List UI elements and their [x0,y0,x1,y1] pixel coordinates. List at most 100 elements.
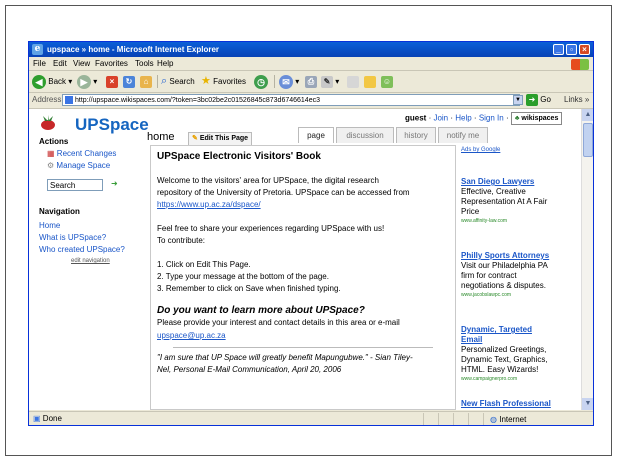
close-button[interactable]: × [579,44,590,55]
address-input[interactable]: http://upspace.wikispaces.com/?token=3bc… [62,94,520,106]
page-name: home [147,131,175,143]
back-arrow-icon: ◀ [32,74,46,89]
contact-line: Please provide your interest and contact… [157,318,400,327]
nav-item-home[interactable]: Home [39,221,60,230]
nav-item-who-created-upspace[interactable]: Who created UPSpace? [39,245,125,254]
status-cell [423,413,438,425]
tab-page[interactable]: page [298,127,334,143]
menu-favorites[interactable]: Favorites [95,59,128,68]
browser-window: e upspace » home - Microsoft Internet Ex… [28,41,594,426]
discuss-button[interactable] [347,73,359,90]
go-arrow-icon: ➜ [526,94,538,106]
edit-navigation-link[interactable]: edit navigation [71,258,110,264]
address-label: Address [32,95,62,104]
ad-3-line: Dynamic Text, Graphics, [461,355,548,364]
windows-flag-icon [571,59,589,70]
discuss-icon [347,75,359,88]
toolbar-separator [274,75,275,88]
scroll-thumb[interactable] [583,123,593,157]
tab-notify-me[interactable]: notify me [438,127,488,143]
calendar-icon: ▦ [47,149,55,158]
ads-by-google-link[interactable]: Ads by Google [461,147,500,153]
status-zone: ◍ Internet [483,413,564,425]
intro-line-1: Welcome to the visitors' area for UPSpac… [157,176,379,185]
address-dropdown-button[interactable]: ▼ [513,95,523,105]
favorites-button[interactable]: ★ Favorites [201,73,246,90]
help-link[interactable]: Help [455,114,471,123]
sign-in-link[interactable]: Sign In [479,114,504,123]
ad-2-line: firm for contract [461,271,517,280]
ad-2-line: negotiations & disputes. [461,281,546,290]
mail-button[interactable]: ✉ ▾ [279,73,299,90]
tab-discussion[interactable]: discussion [336,127,394,143]
maximize-button[interactable]: ▫ [566,44,577,55]
content-divider [173,347,433,348]
ad-1-title[interactable]: San Diego Lawyers [461,177,534,186]
intro-line-2: repository of the University of Pretoria… [157,188,410,197]
menu-file[interactable]: File [33,59,46,68]
email-link[interactable]: upspace@up.ac.za [157,331,226,340]
menu-help[interactable]: Help [157,59,173,68]
toolbar: ◀ Back ▾ ▶ ▾ × ↻ ⌂ ⌕ Search ★ Favorites … [29,71,593,93]
go-button[interactable]: ➜ Go [526,94,551,106]
title-bar[interactable]: e upspace » home - Microsoft Internet Ex… [29,42,593,57]
recent-changes-link[interactable]: ▦ Recent Changes [47,149,116,158]
tab-history[interactable]: history [396,127,436,143]
messenger-icon: ☺ [381,75,393,88]
menu-edit[interactable]: Edit [53,59,67,68]
user-name: guest [405,113,427,123]
sidebar-search-input[interactable]: Search [47,179,103,191]
site-logo-text[interactable]: UPSpace [75,115,149,135]
pencil-icon: ✎ [192,135,198,142]
search-go-icon[interactable]: ➜ [111,179,118,188]
ad-4-title[interactable]: New Flash Professional [461,399,551,408]
ad-3-line: Personalized Greetings, [461,345,547,354]
stop-button[interactable]: × [106,73,118,90]
join-link[interactable]: Join [433,114,448,123]
quote-line-1: "I am sure that UP Space will greatly be… [157,353,413,362]
forward-button[interactable]: ▶ ▾ [77,73,97,90]
scroll-up-icon[interactable]: ▲ [582,109,593,121]
edit-page-button[interactable]: ✎ ▾ [321,73,339,90]
globe-icon: ◍ [490,415,497,424]
address-url: http://upspace.wikispaces.com/?token=3bc… [75,97,320,104]
quote-line-2: Nel, Personal E-Mail Communication, Apri… [157,365,342,374]
minimize-button[interactable]: _ [553,44,564,55]
back-button[interactable]: ◀ Back ▾ [32,73,72,90]
menu-view[interactable]: View [73,59,90,68]
ad-1-url[interactable]: www.affinity-law.com [461,218,507,224]
refresh-button[interactable]: ↻ [123,73,135,90]
dspace-link[interactable]: https://www.up.ac.za/dspace/ [157,200,261,209]
scroll-down-icon[interactable]: ▼ [582,398,593,410]
print-button[interactable]: ⎙ [305,73,317,90]
edit-this-page-button[interactable]: ✎ Edit This Page [188,132,253,146]
ie-logo-icon: e [32,44,43,55]
window-title: upspace » home - Microsoft Internet Expl… [47,45,220,54]
step-1: 1. Click on Edit This Page. [157,260,251,269]
ad-2-url[interactable]: www.jacobslawpc.com [461,292,511,298]
history-button[interactable]: ◷ [254,73,268,90]
status-text: ▣ Done [33,414,62,423]
page-icon [65,96,73,104]
home-button[interactable]: ⌂ [140,73,152,90]
home-icon: ⌂ [140,75,152,88]
vertical-scrollbar[interactable]: ▲ ▼ [581,109,593,410]
ad-1-line: Effective, Creative [461,187,526,196]
menu-tools[interactable]: Tools [135,59,154,68]
ad-3-title[interactable]: Dynamic, Targeted [461,325,532,334]
star-icon: ★ [201,75,211,87]
folder-button[interactable] [364,73,376,90]
manage-space-link[interactable]: ⚙ Manage Space [47,161,110,170]
upspace-logo-icon [41,115,55,130]
status-cell [438,413,453,425]
ad-3-line: HTML. Easy Wizards! [461,365,539,374]
nav-item-what-is-upspace[interactable]: What is UPSpace? [39,233,106,242]
links-button[interactable]: Links » [564,95,589,104]
ad-2-title[interactable]: Philly Sports Attorneys [461,251,549,260]
ad-3-title[interactable]: Email [461,335,482,344]
messenger-button[interactable]: ☺ [381,73,393,90]
ad-3-url[interactable]: www.campaignerpro.com [461,376,517,382]
step-3: 3. Remember to click on Save when finish… [157,284,341,293]
search-button[interactable]: ⌕ Search [161,73,195,90]
wikispaces-badge[interactable]: ♣ wikispaces [510,112,563,125]
